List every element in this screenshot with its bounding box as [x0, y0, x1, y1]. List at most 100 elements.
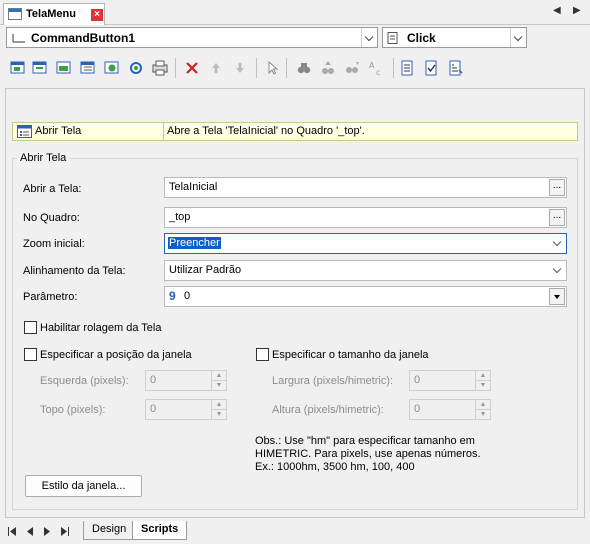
parametro-label: Parâmetro: [23, 291, 78, 303]
move-up-icon[interactable] [206, 58, 226, 78]
event-combo-dropdown[interactable] [510, 28, 526, 47]
svg-text:c: c [376, 68, 380, 77]
topo-label: Topo (pixels): [40, 404, 106, 416]
tab-scripts[interactable]: Scripts [132, 521, 188, 540]
abrir-tela-value: TelaInicial [169, 181, 218, 193]
estilo-janela-button[interactable]: Estilo da janela... [25, 475, 142, 497]
command-button-icon [12, 34, 25, 43]
toolbar-separator [175, 58, 176, 78]
add-script-icon[interactable] [30, 58, 50, 78]
esquerda-label: Esquerda (pixels): [40, 375, 129, 387]
zoom-label: Zoom inicial: [23, 238, 85, 250]
spin-down-icon[interactable]: ▼ [211, 410, 226, 420]
zoom-value: Preencher [168, 237, 221, 249]
spin-down-icon[interactable]: ▼ [211, 381, 226, 391]
tab-design[interactable]: Design [83, 521, 136, 540]
screen-icon [8, 8, 22, 20]
replace-icon[interactable]: Ac [366, 58, 386, 78]
event-combo-value: Click [407, 31, 436, 45]
action-description: Abre a Tela 'TelaInicial' no Quadro '_to… [167, 125, 365, 137]
dropdown-arrow-icon [554, 295, 560, 299]
altura-value: 0 [414, 403, 421, 415]
quadro-label: No Quadro: [23, 212, 80, 224]
spin-down-icon[interactable]: ▼ [475, 381, 490, 391]
zoom-select[interactable]: Preencher [164, 233, 567, 254]
toolbar-separator [286, 58, 287, 78]
altura-spinner[interactable]: 0 ▲ ▼ [409, 399, 491, 420]
rolagem-checkbox[interactable] [24, 321, 37, 334]
add-print-icon[interactable] [150, 58, 170, 78]
row-divider [163, 123, 164, 140]
doc-list-icon[interactable] [398, 58, 418, 78]
event-doc-icon [387, 32, 398, 44]
prev-page-icon[interactable] [26, 527, 34, 536]
close-icon[interactable]: × [91, 9, 103, 21]
posicao-label: Especificar a posição da janela [40, 349, 192, 361]
event-combo[interactable]: Click [382, 27, 527, 48]
add-action-icon[interactable] [8, 58, 28, 78]
find-icon[interactable] [294, 58, 314, 78]
object-combo-dropdown[interactable] [361, 28, 377, 47]
abrir-tela-label: Abrir a Tela: [23, 183, 82, 195]
move-down-icon[interactable] [230, 58, 250, 78]
spin-down-icon[interactable]: ▼ [475, 410, 490, 420]
object-combo[interactable]: CommandButton1 [6, 27, 378, 48]
largura-spinner[interactable]: 0 ▲ ▼ [409, 370, 491, 391]
cursor-icon[interactable] [262, 58, 282, 78]
obs-line-2: HIMETRIC. Para pixels, use apenas número… [255, 448, 481, 460]
action-screen-icon [17, 125, 32, 138]
add-gear-icon[interactable] [126, 58, 146, 78]
last-page-icon[interactable] [60, 527, 70, 536]
chevron-down-icon [513, 32, 523, 42]
doc-check-icon[interactable] [422, 58, 442, 78]
tamanho-label: Especificar o tamanho da janela [272, 349, 429, 361]
find-down-icon[interactable] [342, 58, 362, 78]
alinhamento-label: Alinhamento da Tela: [23, 265, 126, 277]
tamanho-checkbox[interactable] [256, 348, 269, 361]
spin-up-icon[interactable]: ▲ [475, 371, 490, 381]
find-up-icon[interactable] [318, 58, 338, 78]
delete-icon[interactable] [182, 58, 202, 78]
first-page-icon[interactable] [7, 527, 17, 536]
doc-format-icon[interactable] [446, 58, 466, 78]
group-title: Abrir Tela [17, 152, 70, 164]
tab-scroll-right-icon[interactable]: ▶ [573, 5, 581, 16]
tab-scroll-left-icon[interactable]: ◀ [553, 5, 561, 16]
spin-up-icon[interactable]: ▲ [211, 400, 226, 410]
abrir-tela-field[interactable]: TelaInicial ... [164, 177, 567, 198]
altura-label: Altura (pixels/himetric): [272, 404, 384, 416]
action-name: Abrir Tela [35, 125, 82, 137]
chevron-down-icon [364, 32, 374, 42]
next-page-icon[interactable] [43, 527, 51, 536]
obs-line-1: Obs.: Use "hm" para especificar tamanho … [255, 435, 475, 447]
number-type-icon: 9 [169, 289, 176, 303]
chevron-down-icon [552, 237, 562, 247]
action-list-row[interactable]: Abrir Tela Abre a Tela 'TelaInicial' no … [12, 122, 578, 141]
topo-value: 0 [150, 403, 157, 415]
posicao-checkbox[interactable] [24, 348, 37, 361]
esquerda-value: 0 [150, 374, 157, 386]
largura-value: 0 [414, 374, 421, 386]
parametro-field[interactable]: 9 0 [164, 286, 567, 307]
toolbar-separator [393, 58, 394, 78]
abrir-tela-browse-button[interactable]: ... [549, 179, 565, 196]
quadro-browse-button[interactable]: ... [549, 209, 565, 226]
esquerda-spinner[interactable]: 0 ▲ ▼ [145, 370, 227, 391]
quadro-field[interactable]: _top ... [164, 207, 567, 228]
document-tab[interactable]: TelaMenu × [3, 3, 105, 25]
parametro-value: 0 [184, 290, 191, 302]
topo-spinner[interactable]: 0 ▲ ▼ [145, 399, 227, 420]
largura-label: Largura (pixels/himetric): [272, 375, 394, 387]
quadro-value: _top [169, 211, 191, 223]
parametro-dropdown-button[interactable] [549, 288, 565, 305]
add-link-icon[interactable] [102, 58, 122, 78]
alinhamento-select[interactable]: Utilizar Padrão [164, 260, 567, 281]
spin-up-icon[interactable]: ▲ [211, 371, 226, 381]
spin-up-icon[interactable]: ▲ [475, 400, 490, 410]
chevron-down-icon [552, 264, 562, 274]
toolbar-separator [256, 58, 257, 78]
object-combo-value: CommandButton1 [31, 31, 135, 45]
document-tab-title: TelaMenu [26, 8, 76, 20]
add-table-icon[interactable] [78, 58, 98, 78]
add-picture-icon[interactable] [54, 58, 74, 78]
